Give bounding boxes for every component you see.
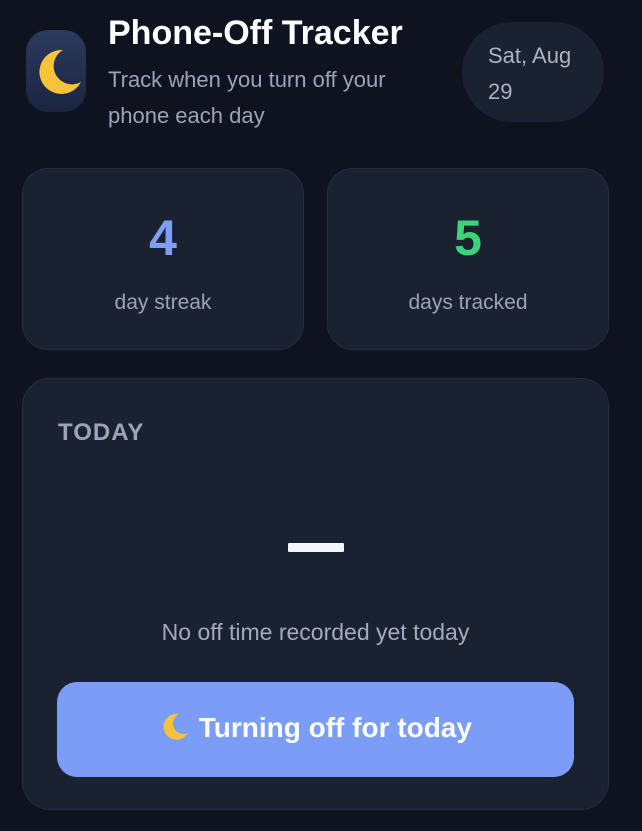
today-status-text: No off time recorded yet today [161,619,470,645]
page-title: Phone-Off Tracker [108,14,403,52]
streak-value: 4 [149,210,177,266]
turning-off-button-label: Turning off for today [198,712,472,743]
streak-label: day streak [114,291,212,314]
tracked-label: days tracked [408,291,528,314]
today-card: TODAY No off time recorded yet today Tur… [22,378,609,810]
date-badge: Sat, Aug 29 [462,22,604,122]
app-icon [26,30,86,112]
tracked-card: 5 days tracked [327,168,609,350]
date-weekday-month: Sat, Aug [488,43,572,68]
streak-card: 4 day streak [22,168,304,350]
date-day: 29 [488,79,513,104]
crescent-moon-icon [159,713,199,740]
turning-off-button[interactable]: Turning off for today [57,682,574,777]
tracked-value: 5 [454,210,482,266]
page-subtitle: Track when you turn off your phone each … [108,67,386,128]
today-heading: TODAY [58,419,145,446]
off-time-placeholder-dash [288,543,344,552]
phone-off-tracker-page: Phone-Off Tracker Track when you turn of… [0,0,642,831]
header: Phone-Off Tracker Track when you turn of… [0,0,642,150]
